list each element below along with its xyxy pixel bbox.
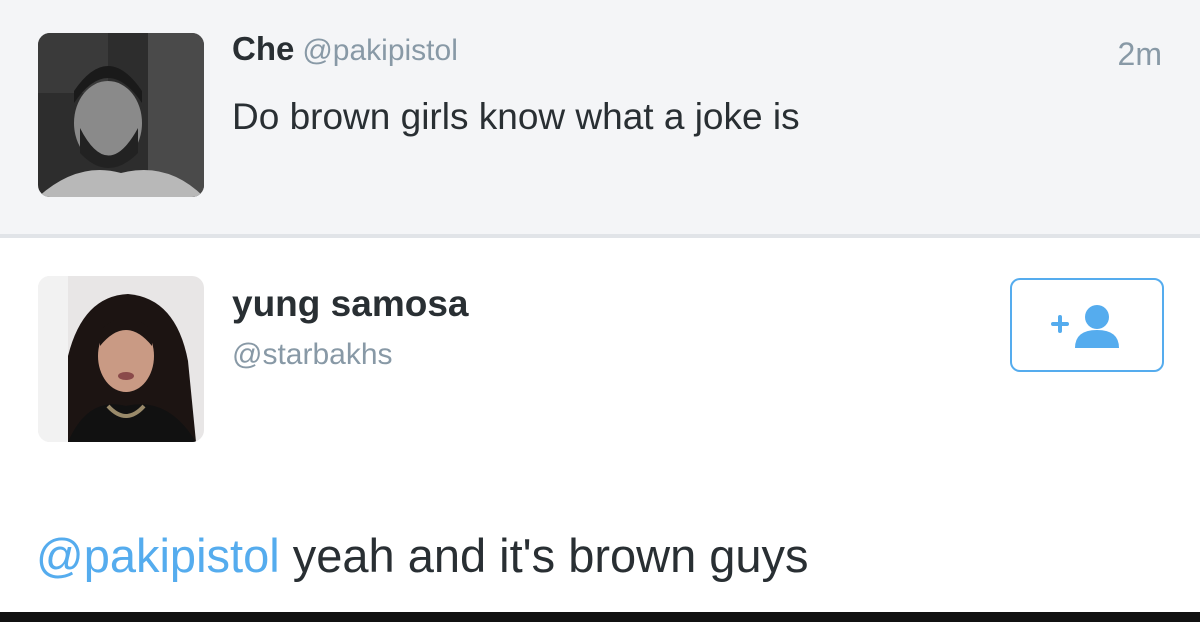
avatar[interactable]: [38, 33, 204, 197]
add-user-icon: [1051, 305, 1119, 348]
reply-text: @pakipistol yeah and it's brown guys: [36, 528, 809, 583]
divider: [0, 234, 1200, 238]
follow-button[interactable]: [1010, 278, 1164, 372]
bottom-edge: [0, 612, 1200, 622]
avatar-photo-yung: [38, 276, 204, 442]
user-handle[interactable]: @pakipistol: [302, 34, 458, 67]
reply-user-handle[interactable]: @starbakhs: [232, 338, 393, 372]
display-name[interactable]: Che: [232, 30, 294, 67]
mention-link[interactable]: @pakipistol: [36, 529, 280, 582]
original-tweet[interactable]: Che @pakipistol 2m Do brown girls know wh…: [0, 0, 1200, 236]
tweet-header: Che @pakipistol: [232, 30, 458, 68]
avatar-photo-che: [38, 33, 204, 197]
reply-text-body: yeah and it's brown guys: [279, 529, 809, 582]
reply-display-name[interactable]: yung samosa: [232, 283, 468, 325]
timestamp[interactable]: 2m: [1118, 36, 1162, 73]
tweet-text: Do brown girls know what a joke is: [232, 96, 800, 137]
avatar[interactable]: [38, 276, 204, 442]
